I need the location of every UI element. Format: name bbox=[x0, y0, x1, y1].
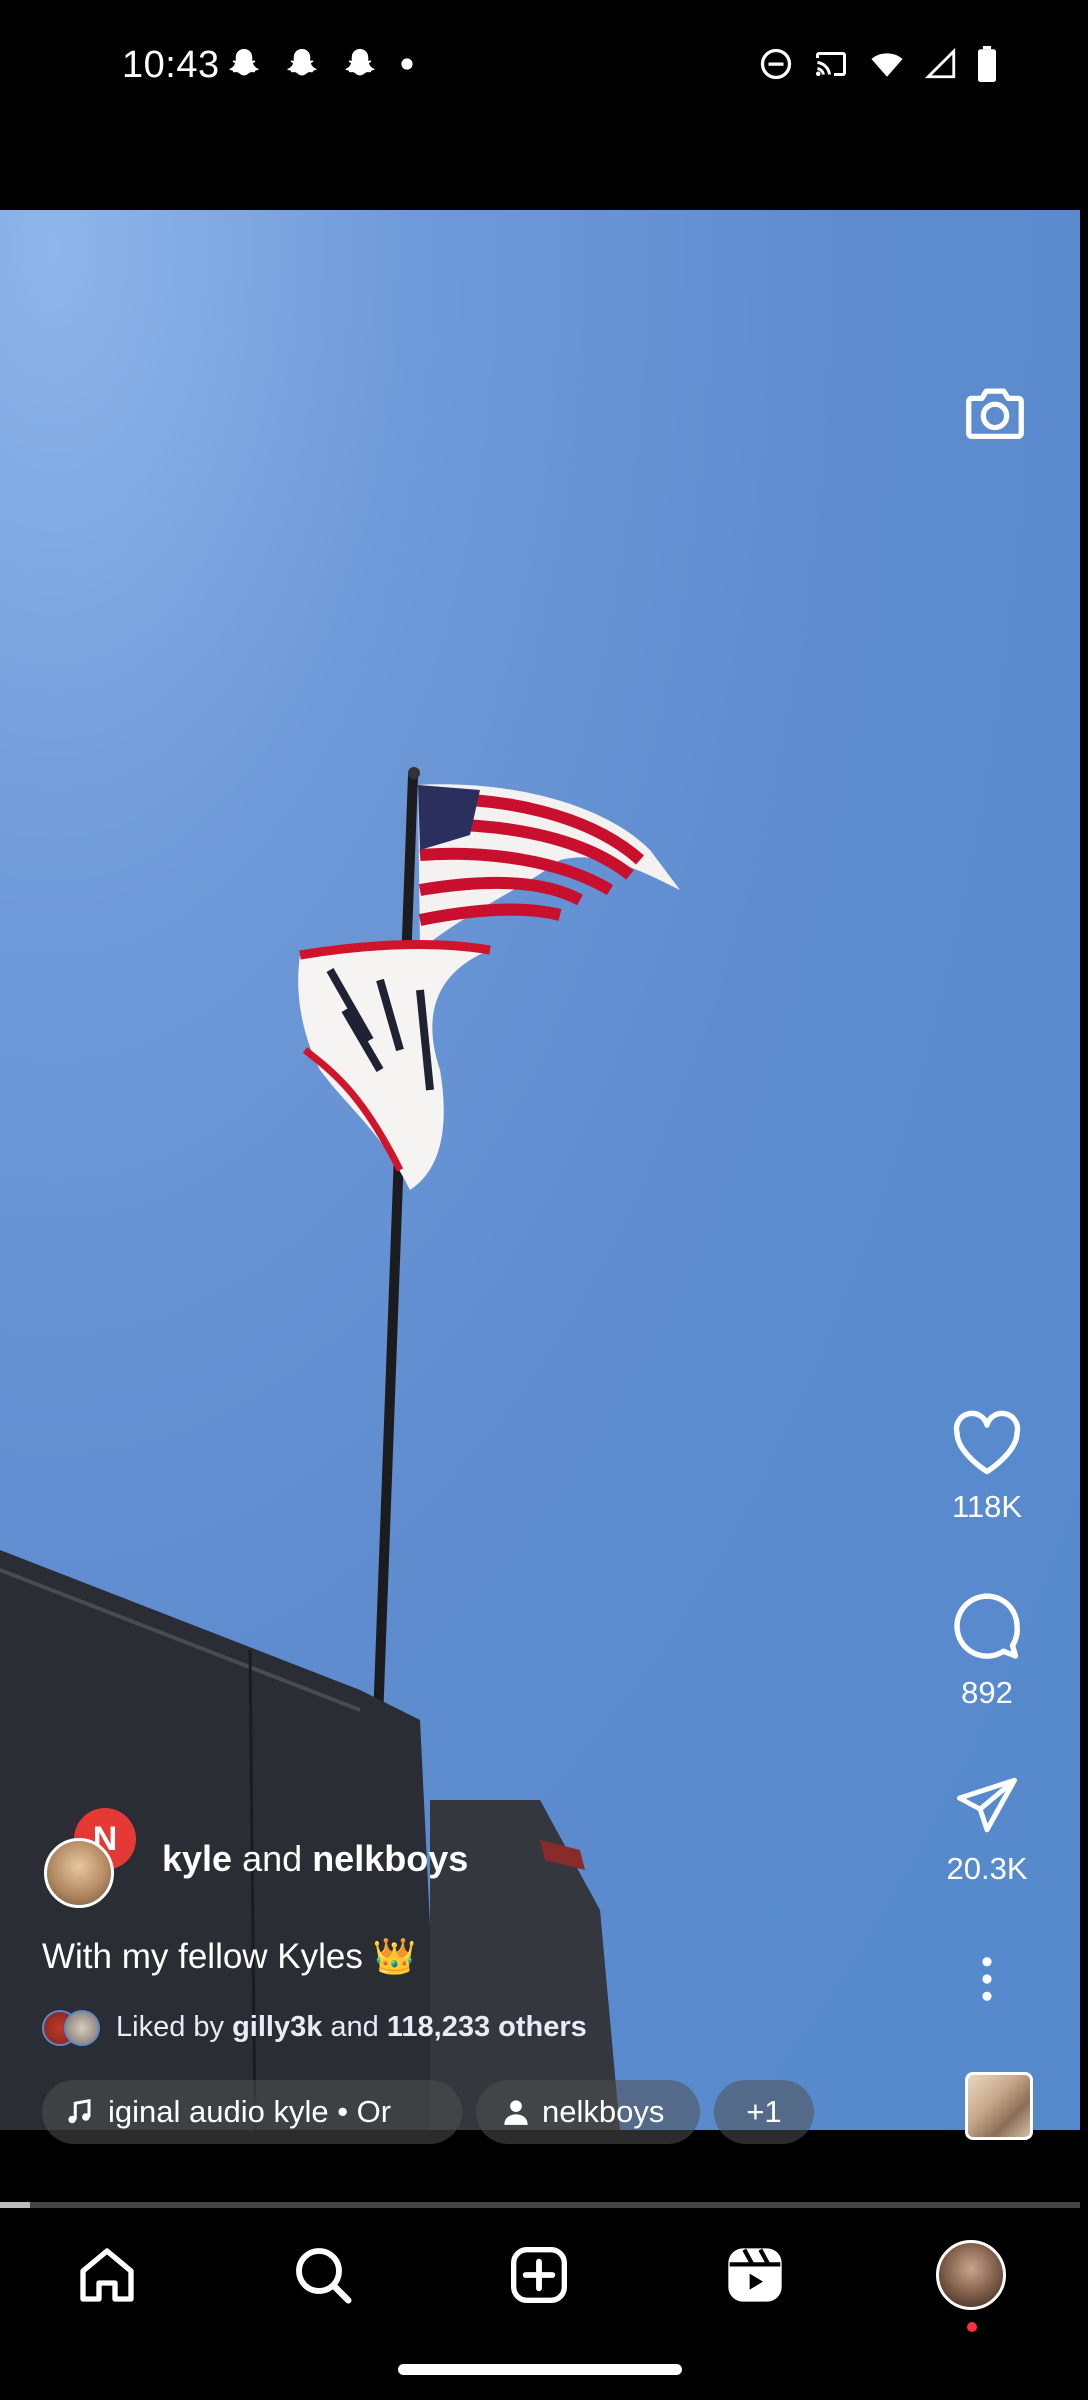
tagged-people-chip[interactable]: nelkboys bbox=[476, 2080, 700, 2144]
system-icons bbox=[758, 46, 998, 82]
like-count: 118K bbox=[951, 1489, 1023, 1524]
notification-dot bbox=[967, 2322, 977, 2332]
person-icon bbox=[504, 2100, 528, 2125]
reels-icon[interactable] bbox=[723, 2243, 787, 2307]
collaborator-username[interactable]: nelkboys bbox=[312, 1838, 468, 1879]
signal-icon bbox=[924, 47, 956, 79]
profile-avatar[interactable] bbox=[936, 2240, 1006, 2310]
comment-icon[interactable] bbox=[951, 1590, 1023, 1662]
wifi-icon bbox=[871, 53, 903, 77]
share-count: 20.3K bbox=[946, 1851, 1028, 1886]
cast-icon bbox=[816, 52, 846, 76]
reel-chips: iginal audio kyle • Or nelkboys +1 bbox=[42, 2080, 814, 2144]
like-action[interactable]: 118K bbox=[922, 1410, 1052, 1525]
author-joiner: and bbox=[242, 1838, 303, 1879]
home-indicator[interactable] bbox=[398, 2364, 682, 2375]
reel-author[interactable]: N kyle and nelkboys bbox=[44, 1808, 744, 1908]
more-options[interactable] bbox=[922, 1956, 1052, 2007]
audio-thumbnail[interactable] bbox=[965, 2072, 1033, 2140]
share-action[interactable]: 20.3K bbox=[922, 1772, 1052, 1887]
liker-avatar bbox=[64, 2010, 100, 2046]
nav-profile[interactable] bbox=[936, 2240, 1006, 2332]
do-not-disturb-icon bbox=[760, 48, 792, 80]
author-names[interactable]: kyle and nelkboys bbox=[162, 1838, 468, 1880]
more-tags-chip[interactable]: +1 bbox=[714, 2080, 814, 2144]
snapchat-icon bbox=[345, 49, 375, 76]
liked-by[interactable]: Liked by gilly3k and 118,233 others bbox=[42, 2010, 587, 2046]
author-username[interactable]: kyle bbox=[162, 1838, 232, 1879]
more-tags-label: +1 bbox=[746, 2094, 782, 2129]
video-progress-bar[interactable] bbox=[0, 2202, 1080, 2208]
audio-label: iginal audio kyle • Or bbox=[108, 2094, 392, 2129]
comment-count: 892 bbox=[961, 1675, 1013, 1710]
snapchat-icon bbox=[287, 49, 317, 76]
nav-home[interactable] bbox=[72, 2240, 142, 2310]
video-progress-fill bbox=[0, 2202, 30, 2208]
bottom-nav bbox=[0, 2220, 1088, 2332]
snapchat-icon bbox=[229, 49, 259, 76]
nav-search[interactable] bbox=[288, 2240, 358, 2310]
send-icon[interactable] bbox=[952, 1772, 1022, 1838]
tagged-person-label: nelkboys bbox=[542, 2094, 665, 2129]
nav-create[interactable] bbox=[504, 2240, 574, 2310]
liked-by-prefix: Liked by bbox=[116, 2010, 225, 2043]
status-bar: 10:43 bbox=[0, 0, 1088, 135]
comment-action[interactable]: 892 bbox=[922, 1590, 1052, 1711]
liked-by-user[interactable]: gilly3k bbox=[232, 2011, 322, 2044]
liked-by-others[interactable]: 118,233 others bbox=[387, 2011, 587, 2044]
notification-icons bbox=[226, 46, 414, 82]
music-note-icon bbox=[68, 2098, 91, 2124]
nav-reels[interactable] bbox=[720, 2240, 790, 2310]
liked-by-joiner: and bbox=[330, 2010, 379, 2043]
author-avatar[interactable] bbox=[44, 1838, 114, 1908]
dot-icon bbox=[401, 58, 413, 70]
more-vertical-icon[interactable] bbox=[977, 1956, 997, 2002]
heart-icon[interactable] bbox=[951, 1410, 1023, 1476]
search-icon[interactable] bbox=[291, 2243, 355, 2307]
reel-caption[interactable]: With my fellow Kyles 👑 bbox=[42, 1936, 416, 1977]
status-time: 10:43 bbox=[122, 44, 220, 86]
liked-by-avatars bbox=[42, 2010, 102, 2046]
create-icon[interactable] bbox=[507, 2243, 571, 2307]
home-icon[interactable] bbox=[75, 2243, 139, 2307]
camera-icon[interactable] bbox=[960, 378, 1030, 448]
audio-chip[interactable]: iginal audio kyle • Or bbox=[42, 2080, 462, 2144]
battery-icon bbox=[978, 46, 996, 82]
